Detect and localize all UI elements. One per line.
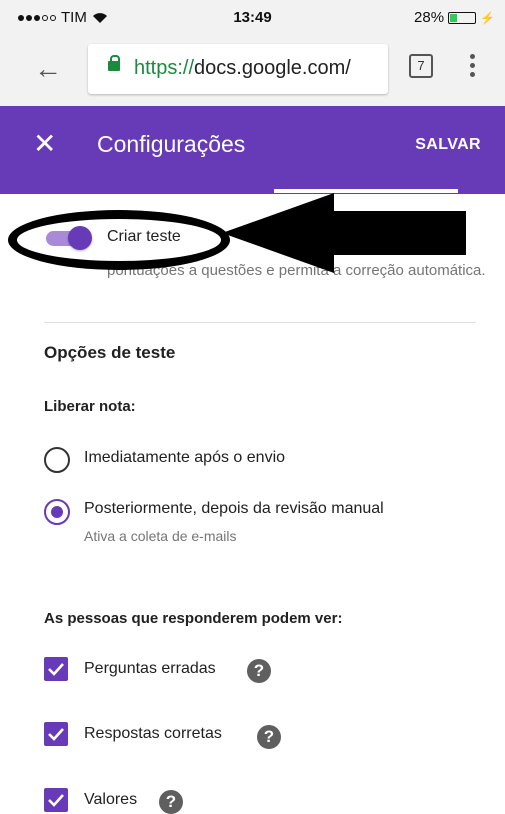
browser-toolbar: ← https://docs.google.com/ 7 <box>0 34 505 106</box>
back-arrow-icon[interactable]: ← <box>34 54 62 84</box>
radio-later-sublabel: Ativa a coleta de e-mails <box>84 528 237 544</box>
checkbox-correct-answers-label: Respostas corretas <box>84 725 222 742</box>
quiz-description: pontuações a questões e permita a correç… <box>107 262 486 279</box>
radio-later-label: Posteriormente, depois da revisão manual <box>84 500 384 517</box>
help-icon[interactable]: ? <box>247 659 271 683</box>
overflow-menu-icon[interactable] <box>470 54 478 77</box>
checkbox-correct-answers[interactable] <box>44 722 68 746</box>
help-icon[interactable]: ? <box>159 790 183 814</box>
tab-indicator <box>274 189 458 193</box>
battery-percent: 28% <box>414 9 445 26</box>
checkbox-point-values[interactable] <box>44 788 68 812</box>
respondents-see-label: As pessoas que responderem podem ver: <box>44 610 343 627</box>
charging-icon: ⚡ <box>480 10 495 25</box>
battery-icon <box>448 11 477 24</box>
quiz-toggle-label: Criar teste <box>107 228 181 245</box>
checkbox-missed-questions-label: Perguntas erradas <box>84 660 216 677</box>
quiz-toggle[interactable] <box>42 226 96 250</box>
radio-later[interactable] <box>44 499 70 525</box>
status-bar: TIM 13:49 28% ⚡ <box>0 0 505 34</box>
battery-info: 28% ⚡ <box>414 9 495 26</box>
release-grade-label: Liberar nota: <box>44 398 136 415</box>
url-bar[interactable]: https://docs.google.com/ <box>88 44 388 94</box>
app-bar: ✕ Configurações SALVAR <box>0 106 505 194</box>
page-title: Configurações <box>97 131 246 157</box>
close-icon[interactable]: ✕ <box>33 129 56 159</box>
save-button[interactable]: SALVAR <box>415 136 481 154</box>
section-title: Opções de teste <box>44 343 176 362</box>
radio-immediately-label: Imediatamente após o envio <box>84 449 286 466</box>
checkbox-missed-questions[interactable] <box>44 657 68 681</box>
lock-icon <box>108 55 120 71</box>
divider <box>44 322 476 323</box>
checkbox-point-values-label: Valores <box>84 791 138 808</box>
url-text: https://docs.google.com/ <box>134 57 351 79</box>
help-icon[interactable]: ? <box>257 725 281 749</box>
tab-switcher-button[interactable]: 7 <box>409 54 433 78</box>
radio-immediately[interactable] <box>44 447 70 473</box>
